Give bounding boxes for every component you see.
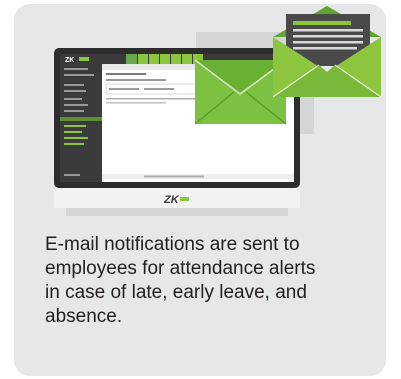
sidebar-item: [64, 143, 84, 145]
sidebar-item: [64, 137, 88, 139]
sidebar-item: [64, 110, 84, 112]
content-line: [106, 102, 166, 104]
topbar-tab: [160, 54, 170, 64]
caption-line: E-mail notifications are sent to: [45, 234, 300, 255]
sidebar-item: [64, 98, 82, 100]
caption-line: absence.: [45, 306, 123, 327]
topbar-tab: [149, 54, 159, 64]
sidebar-item: [64, 68, 88, 70]
sidebar-item: [64, 90, 86, 92]
app-logo-accent: [79, 57, 89, 61]
sidebar-item: [64, 74, 94, 76]
brand-logo: ZK: [163, 194, 180, 206]
topbar-active-tab: [126, 54, 137, 64]
caption-line: in case of late, early leave, and: [45, 282, 307, 303]
app-logo: ZK: [65, 57, 74, 64]
content-line: [144, 175, 204, 178]
topbar-tab: [138, 54, 148, 64]
content-line: [144, 88, 174, 90]
open-envelope-with-document-icon: [272, 6, 382, 98]
topbar-tab: [182, 54, 192, 64]
caption-line: employees for attendance alerts: [45, 258, 316, 279]
email-notification-illustration: ZK ZK: [54, 6, 382, 216]
feature-description: E-mail notifications are sent to employe…: [45, 233, 380, 329]
feature-card: ZK ZK E-mail notifications are sent to e…: [14, 4, 386, 376]
sidebar-item: [64, 84, 84, 86]
content-line: [109, 88, 139, 90]
sidebar-item: [64, 131, 82, 133]
brand-logo-accent: [180, 197, 189, 201]
closed-envelope-icon: [194, 59, 287, 125]
sidebar-item: [64, 174, 80, 176]
sidebar-item-active: [60, 117, 102, 121]
monitor-stand: [66, 208, 288, 216]
sidebar-item: [64, 104, 88, 106]
app-sidebar: [60, 64, 102, 182]
content-line: [106, 79, 166, 81]
topbar-tab: [171, 54, 181, 64]
sidebar-item: [64, 125, 86, 127]
content-line: [106, 73, 146, 75]
